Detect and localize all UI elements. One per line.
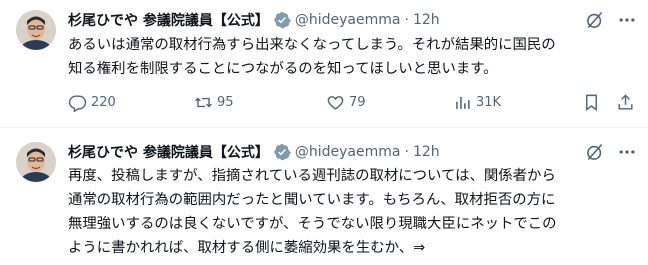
separator-dot: · [404,12,409,28]
repost-button[interactable]: 95 [194,93,234,112]
header-actions [585,142,605,162]
grok-icon[interactable] [585,142,605,162]
tweet-text-line: 通常の取材行為の範囲内だったと聞いています。もちろん、取材拒否の方に [68,192,556,208]
repost-icon [195,97,212,107]
timestamp[interactable]: 12h [413,144,440,160]
header-actions [585,10,605,30]
display-name[interactable]: 杉尾ひでや 参議院議員【公式】 [68,142,269,162]
views-count: 31K [476,94,502,110]
views-button[interactable]: 31K [453,93,501,112]
more-button[interactable] [617,142,637,162]
like-icon [327,95,344,110]
tweet-text-line: ように書かれれば、取材する側に萎縮効果を生むか、⇒ [68,240,426,256]
tweet-text: あるいは通常の取材行為すら出来なくなってしまう。それが結果的に国民の 知る権利を… [68,33,638,81]
tweet-text-line: 知る権利を制限することにつながるのを知ってほしいと思います。 [68,61,498,77]
reply-count: 220 [91,94,116,110]
display-name[interactable]: 杉尾ひでや 参議院議員【公式】 [68,10,269,30]
grok-icon[interactable] [585,10,605,30]
separator-dot: · [404,144,409,160]
verified-badge-icon[interactable] [273,11,291,29]
like-button[interactable]: 79 [326,93,366,112]
avatar-image [16,10,56,50]
reply-button[interactable]: 220 [68,93,116,112]
bookmark-button[interactable] [582,93,601,112]
tweet-header: 杉尾ひでや 参議院議員【公式】 @hideyaemma · 12h [68,141,440,163]
repost-count: 95 [217,94,234,110]
more-icon[interactable] [617,10,637,30]
avatar-image [16,142,56,182]
avatar[interactable] [16,142,56,182]
reply-icon [68,94,87,112]
tweet-divider [0,127,648,128]
bookmark-icon [586,94,597,111]
tweet-header: 杉尾ひでや 参議院議員【公式】 @hideyaemma · 12h [68,9,440,31]
tweet-actions: 220 95 79 31K [68,90,638,114]
handle[interactable]: @hideyaemma [295,12,401,28]
tweet-text-line: あるいは通常の取材行為すら出来なくなってしまう。それが結果的に国民の [68,37,556,53]
like-count: 79 [349,94,366,110]
views-icon [456,96,470,109]
share-button[interactable] [616,93,635,112]
timestamp[interactable]: 12h [413,12,440,28]
more-button[interactable] [617,10,637,30]
more-icon[interactable] [617,142,637,162]
handle[interactable]: @hideyaemma [295,144,401,160]
verified-badge-icon[interactable] [273,143,291,161]
share-icon [618,93,633,110]
tweet-1[interactable]: 杉尾ひでや 参議院議員【公式】 @hideyaemma · 12h あるいは通常… [0,0,648,127]
tweet-text-line: 再度、投稿しますが、指摘されている週刊誌の取材については、関係者から [68,168,556,184]
tweet-text-line: 無理強いするのは良くないですが、そうでない限り現職大臣にネットでこの [68,216,557,232]
tweet-text: 再度、投稿しますが、指摘されている週刊誌の取材については、関係者から 通常の取材… [68,164,638,260]
avatar[interactable] [16,10,56,50]
